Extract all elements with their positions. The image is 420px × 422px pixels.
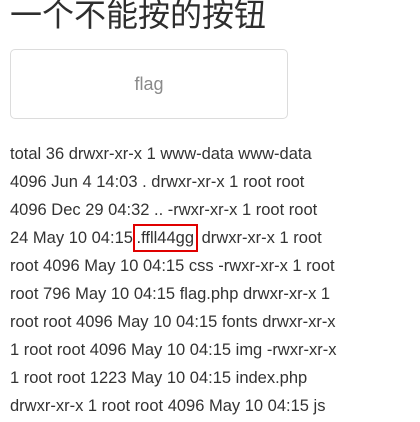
listing-line-with-highlight: 24 May 10 04:15 .ffll44gg drwxr-xr-x 1 r… bbox=[10, 224, 408, 252]
page-title: 一个不能按的按钮 bbox=[10, 0, 267, 34]
listing-line: drwxr-xr-x 1 root root 4096 May 10 04:15… bbox=[10, 397, 326, 415]
highlighted-filename: .ffll44gg bbox=[132, 224, 198, 252]
listing-line: root root 4096 May 10 04:15 fonts drwxr-… bbox=[10, 313, 336, 331]
listing-line: 4096 Jun 4 14:03 . drwxr-xr-x 1 root roo… bbox=[10, 173, 305, 191]
listing-line: root 796 May 10 04:15 flag.php drwxr-xr-… bbox=[10, 285, 331, 303]
listing-line: total 36 drwxr-xr-x 1 www-data www-data bbox=[10, 145, 312, 163]
listing-text: drwxr-xr-x 1 root bbox=[201, 229, 322, 247]
listing-text: 24 May 10 04:15 bbox=[10, 229, 133, 247]
listing-line: 4096 Dec 29 04:32 .. -rwxr-xr-x 1 root r… bbox=[10, 201, 318, 219]
listing-line: root 4096 May 10 04:15 css -rwxr-xr-x 1 … bbox=[10, 257, 335, 275]
flag-button[interactable]: flag bbox=[10, 49, 288, 119]
listing-line: 1 root root 4096 May 10 04:15 img -rwxr-… bbox=[10, 341, 337, 359]
listing-line: 1 root root 1223 May 10 04:15 index.php bbox=[10, 369, 308, 387]
directory-listing: total 36 drwxr-xr-x 1 www-data www-data … bbox=[10, 140, 408, 420]
